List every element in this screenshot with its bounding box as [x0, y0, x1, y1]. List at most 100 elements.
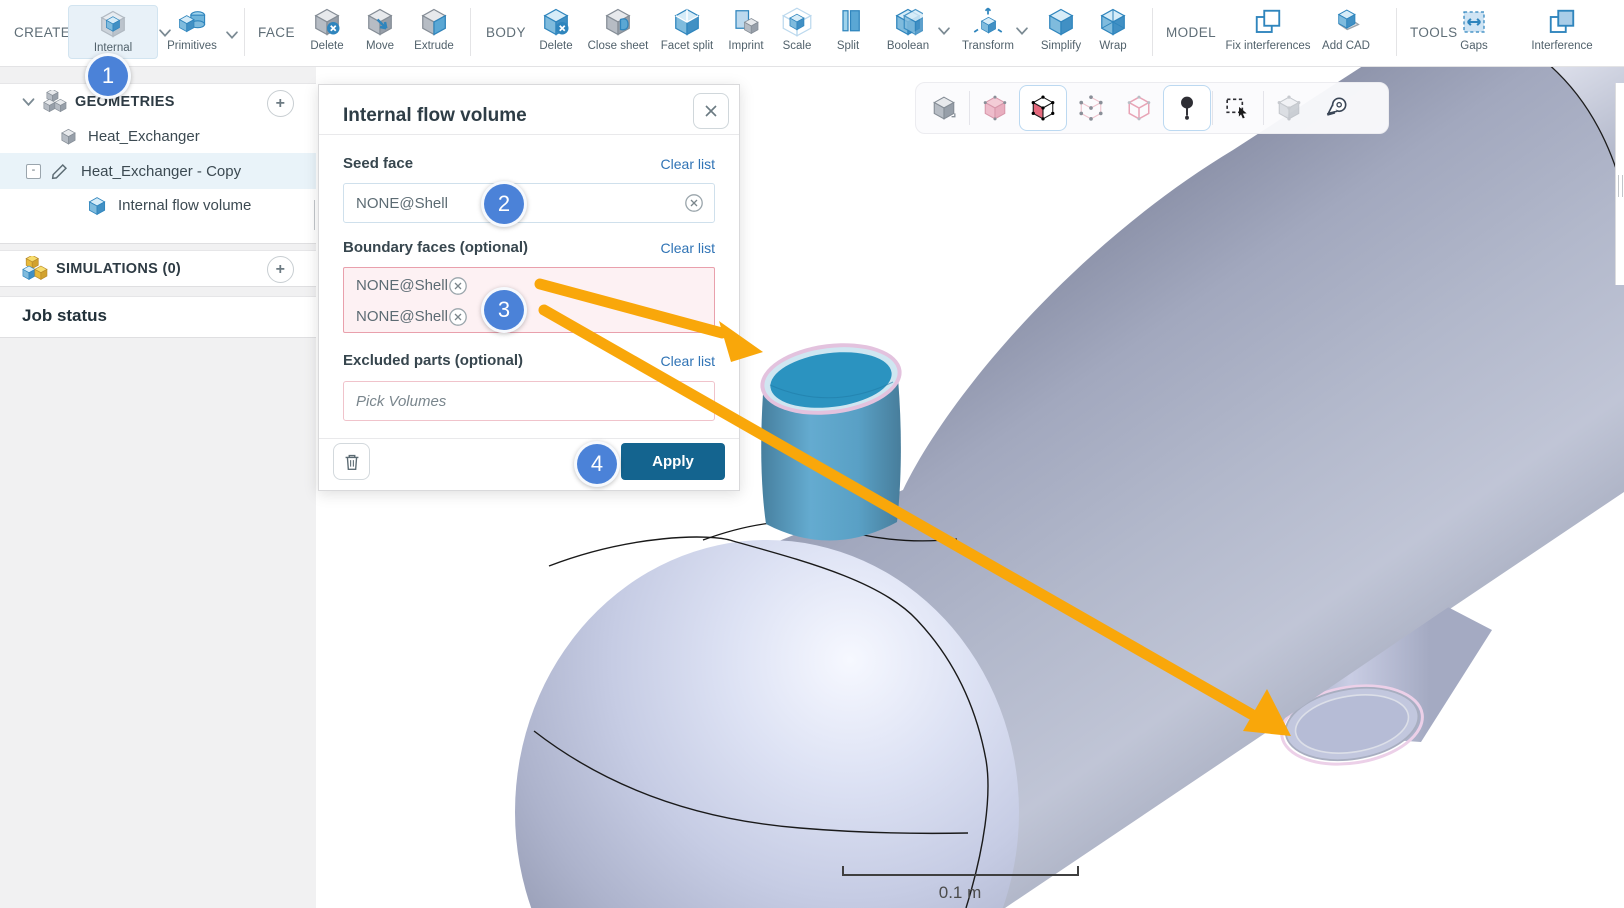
select-edge-button[interactable]: [1115, 85, 1163, 131]
geometries-label: GEOMETRIES: [75, 94, 175, 110]
collapse-toggle[interactable]: -: [26, 164, 41, 179]
add-cad-icon: [1331, 6, 1361, 38]
simulations-icon: [22, 256, 48, 282]
geometries-header[interactable]: GEOMETRIES +: [0, 84, 316, 120]
excluded-parts-clear-link[interactable]: Clear list: [661, 353, 715, 369]
apply-button[interactable]: Apply: [621, 443, 725, 480]
cad-application: CREATE Internal Primitives FACE Delete M…: [0, 0, 1624, 908]
seed-face-clear-link[interactable]: Clear list: [661, 156, 715, 172]
remove-item-icon[interactable]: [684, 193, 704, 213]
divider: [319, 134, 739, 135]
chevron-down-icon[interactable]: [226, 30, 238, 40]
simulations-panel[interactable]: SIMULATIONS (0) +: [0, 250, 316, 287]
toolbar-separator: [1152, 8, 1153, 56]
chevron-down-icon[interactable]: [938, 26, 950, 36]
select-assembly-icon: [1276, 95, 1302, 121]
face-extrude-icon: [419, 6, 449, 38]
select-body-button[interactable]: [920, 85, 968, 131]
measure-tape-button[interactable]: [1313, 85, 1361, 131]
fix-interferences-icon: [1253, 6, 1283, 38]
wrap-button[interactable]: Wrap: [1092, 6, 1134, 52]
geometries-icon: [43, 90, 67, 114]
section-tools: TOOLS: [1410, 25, 1458, 40]
step-badge-1: 1: [85, 53, 131, 99]
excluded-parts-input[interactable]: Pick Volumes: [343, 381, 715, 421]
transform-icon: [973, 6, 1003, 38]
seed-face-input[interactable]: NONE@Shell: [343, 183, 715, 223]
job-status-panel[interactable]: Job status: [0, 296, 316, 338]
tree-item-heat-exchanger[interactable]: Heat_Exchanger: [0, 120, 316, 153]
job-status-label: Job status: [0, 297, 316, 326]
select-volume-icon: [982, 95, 1008, 121]
interference-icon: [1547, 6, 1577, 38]
geometries-panel: GEOMETRIES + Heat_Exchanger - Heat_Excha…: [0, 83, 316, 244]
tree-item-internal-flow-volume[interactable]: Internal flow volume: [0, 189, 316, 222]
fix-interferences-button[interactable]: Fix interferences: [1222, 6, 1314, 52]
face-delete-button[interactable]: Delete: [300, 6, 354, 52]
inlet-nozzle-selected[interactable]: [756, 336, 905, 541]
select-volume-button[interactable]: [971, 85, 1019, 131]
tree-item-heat-exchanger-copy[interactable]: - Heat_Exchanger - Copy: [0, 153, 316, 189]
edit-pencil-icon: [49, 160, 71, 182]
boundary-faces-clear-link[interactable]: Clear list: [661, 240, 715, 256]
internal-volume-icon: [98, 8, 128, 40]
internal-volume-button[interactable]: Internal: [68, 5, 158, 59]
facet-split-button[interactable]: Facet split: [656, 6, 718, 52]
delete-operation-button[interactable]: [333, 443, 370, 480]
close-sheet-button[interactable]: Close sheet: [584, 6, 652, 52]
gaps-button[interactable]: Gaps: [1452, 6, 1496, 52]
boundary-face-row[interactable]: NONE@Shell: [344, 301, 714, 332]
boolean-button[interactable]: Boolean: [880, 6, 936, 52]
close-button[interactable]: [693, 93, 729, 129]
add-geometry-button[interactable]: +: [267, 90, 294, 117]
probe-pin-icon: [1174, 95, 1200, 121]
panel-drag-handle[interactable]: [1618, 175, 1623, 197]
chevron-down-icon[interactable]: [1016, 26, 1028, 36]
add-simulation-button[interactable]: +: [267, 256, 294, 283]
trash-icon: [341, 451, 363, 473]
boundary-faces-list[interactable]: NONE@Shell NONE@Shell: [343, 267, 715, 333]
split-button[interactable]: Split: [826, 6, 870, 52]
facet-split-icon: [672, 6, 702, 38]
imprint-button[interactable]: Imprint: [722, 6, 770, 52]
imprint-icon: [731, 6, 761, 38]
step-badge-3: 3: [481, 287, 527, 333]
primitives-icon: [176, 6, 208, 38]
section-body: BODY: [486, 25, 526, 40]
simulations-label: SIMULATIONS (0): [56, 261, 181, 277]
toolbar-separator: [969, 91, 970, 125]
measure-tape-icon: [1324, 95, 1350, 121]
interference-button[interactable]: Interference: [1522, 6, 1602, 52]
toolbar-separator: [1263, 91, 1264, 125]
chevron-down-icon[interactable]: [22, 97, 35, 107]
boundary-faces-label: Boundary faces (optional): [343, 239, 528, 256]
scale-label: 0.1 m: [939, 883, 982, 902]
dialog-title: Internal flow volume: [343, 105, 527, 127]
primitives-button[interactable]: Primitives: [162, 6, 222, 52]
probe-pin-button[interactable]: [1163, 85, 1211, 131]
box-select-button[interactable]: [1214, 85, 1262, 131]
wrap-icon: [1098, 6, 1128, 38]
transform-button[interactable]: Transform: [956, 6, 1020, 52]
excluded-parts-label: Excluded parts (optional): [343, 352, 523, 369]
select-assembly-button[interactable]: [1265, 85, 1313, 131]
close-sheet-icon: [603, 6, 633, 38]
select-face-button[interactable]: [1019, 85, 1067, 131]
select-face-icon: [1030, 95, 1056, 121]
remove-item-icon[interactable]: [448, 276, 468, 296]
section-model: MODEL: [1166, 25, 1216, 40]
remove-item-icon[interactable]: [448, 307, 468, 327]
right-panel-edge[interactable]: [1615, 83, 1624, 285]
split-icon: [833, 6, 863, 38]
face-move-button[interactable]: Move: [356, 6, 404, 52]
boundary-face-row[interactable]: NONE@Shell: [344, 270, 714, 301]
scale-button[interactable]: Scale: [774, 6, 820, 52]
toolbar-separator: [1396, 8, 1397, 56]
select-edge-icon: [1126, 95, 1152, 121]
simplify-button[interactable]: Simplify: [1034, 6, 1088, 52]
add-cad-button[interactable]: Add CAD: [1318, 6, 1374, 52]
face-extrude-button[interactable]: Extrude: [406, 6, 462, 52]
select-vertex-button[interactable]: [1067, 85, 1115, 131]
body-delete-button[interactable]: Delete: [530, 6, 582, 52]
toolbar-separator: [244, 8, 245, 56]
